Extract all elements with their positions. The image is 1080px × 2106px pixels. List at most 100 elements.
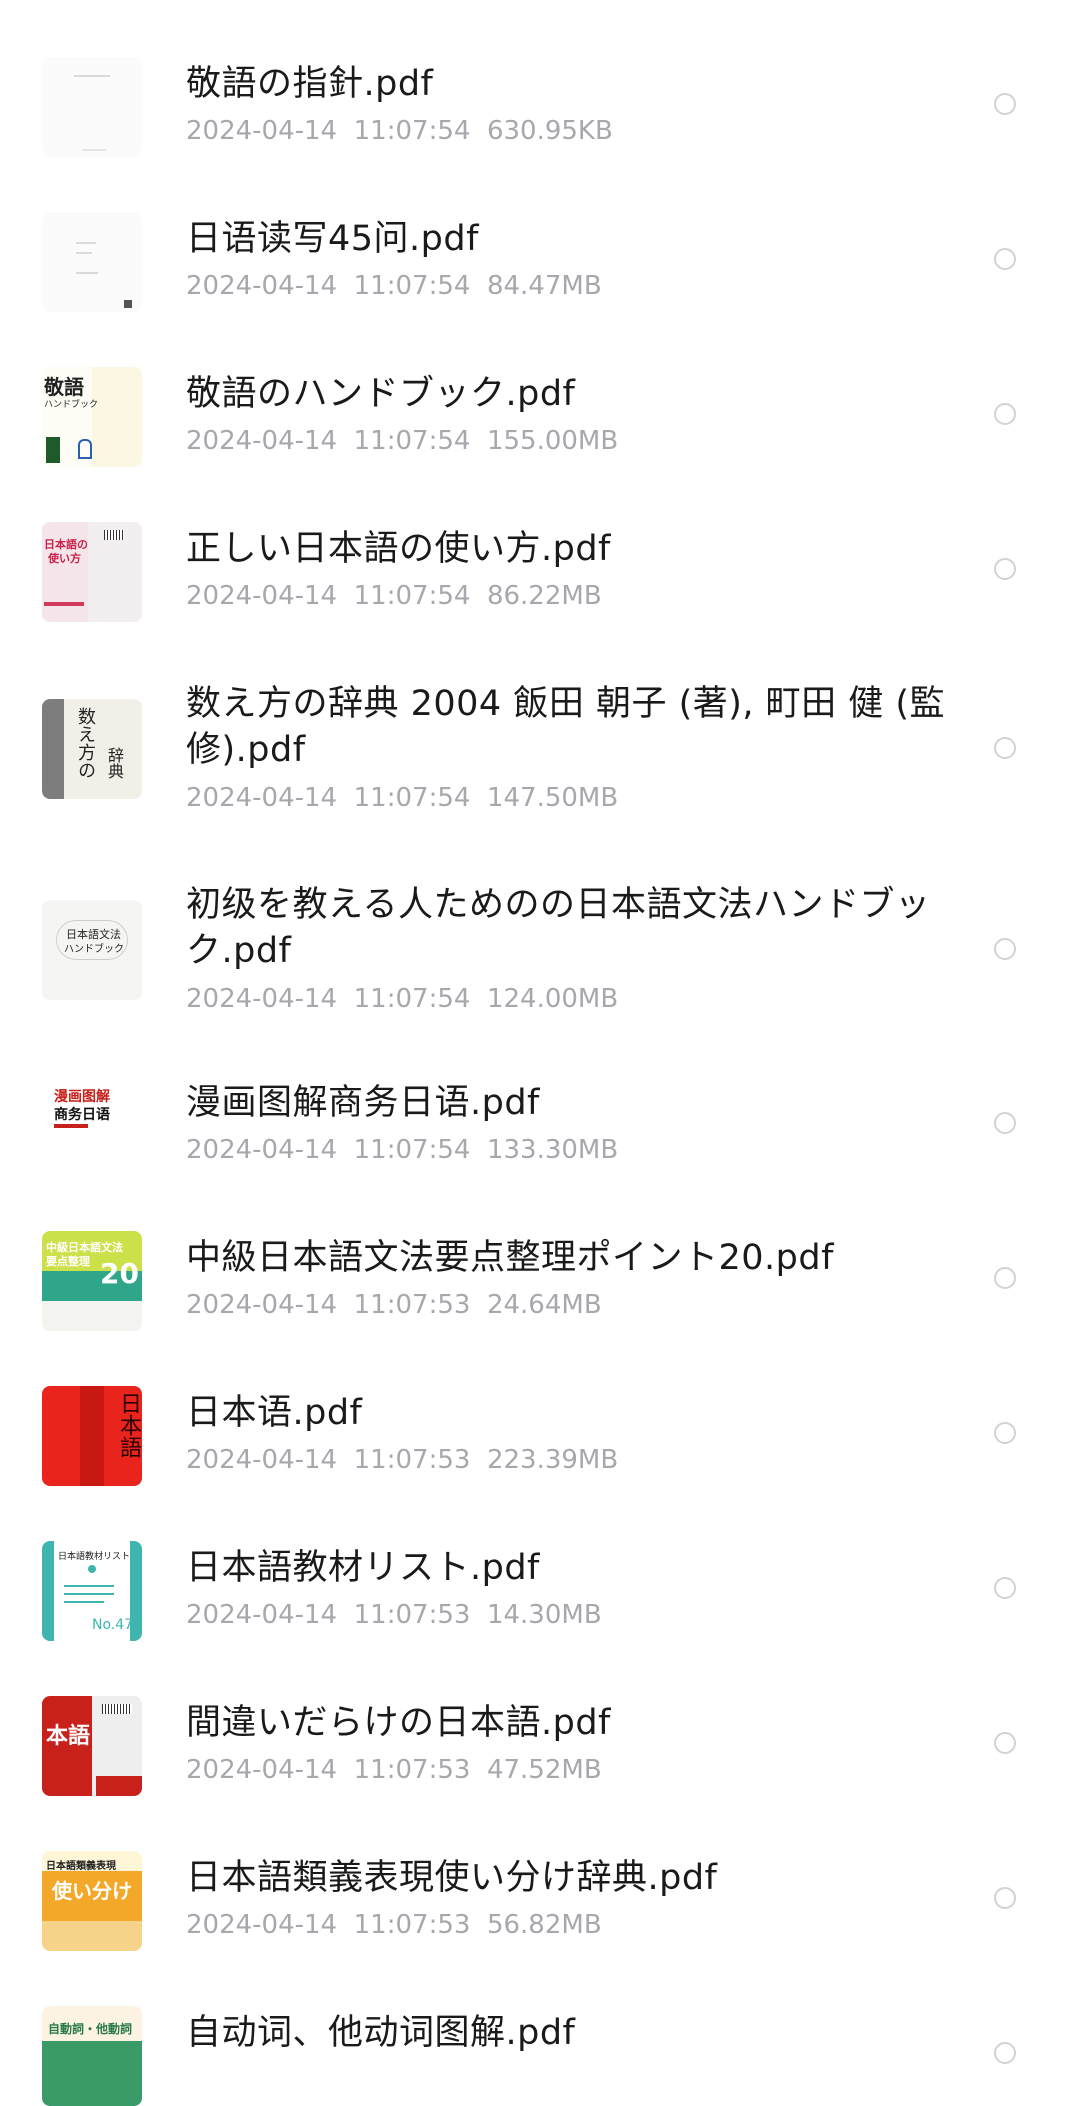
file-time: 11:07:53 (353, 1290, 471, 1320)
file-date: 2024-04-14 (186, 1135, 338, 1165)
file-meta: 2024-04-14 11:07:53 56.82MB (186, 1908, 602, 1942)
file-row[interactable]: 日语读写45问.pdf 2024-04-14 11:07:54 84.47MB (0, 200, 1080, 330)
file-meta: 2024-04-14 11:07:54 630.95KB (186, 114, 613, 148)
file-meta: 2024-04-14 11:07:54 86.22MB (186, 579, 602, 613)
file-date: 2024-04-14 (186, 1445, 338, 1475)
file-size: 47.52MB (486, 1755, 602, 1785)
file-time: 11:07:53 (353, 1910, 471, 1940)
file-row[interactable]: 本語 間違いだらけの日本語.pdf 2024-04-14 11:07:53 47… (0, 1684, 1080, 1814)
file-date: 2024-04-14 (186, 1600, 338, 1630)
pdf-thumbnail-icon: 本語 (42, 1696, 142, 1796)
file-row[interactable]: 漫画图解 商务日语 漫画图解商务日语.pdf 2024-04-14 11:07:… (0, 1064, 1080, 1194)
file-time: 11:07:54 (353, 116, 471, 146)
file-meta: 2024-04-14 11:07:54 124.00MB (186, 982, 618, 1016)
file-row[interactable]: 自動詞・他動詞 自动词、他动词图解.pdf (0, 1994, 1080, 2106)
file-date: 2024-04-14 (186, 116, 338, 146)
select-radio[interactable] (994, 558, 1016, 580)
file-row[interactable]: 日本語教材リスト No.47 日本語教材リスト.pdf 2024-04-14 1… (0, 1529, 1080, 1659)
file-row[interactable]: 日本語文法 ハンドブック 初级を教える人ためのの日本語文法ハンドブック.pdf … (0, 866, 1080, 1041)
file-meta: 2024-04-14 11:07:54 147.50MB (186, 781, 618, 815)
file-date: 2024-04-14 (186, 1755, 338, 1785)
pdf-thumbnail-icon: 漫画图解 商务日语 (42, 1076, 142, 1176)
pdf-thumbnail-icon: 自動詞・他動詞 (42, 2006, 142, 2106)
file-size: 86.22MB (486, 581, 602, 611)
file-name: 日本语.pdf (186, 1393, 363, 1433)
file-meta: 2024-04-14 11:07:54 155.00MB (186, 424, 618, 458)
pdf-thumbnail-icon: 日本語 (42, 1386, 142, 1486)
file-time: 11:07:54 (353, 1135, 471, 1165)
select-radio[interactable] (994, 938, 1016, 960)
file-row[interactable]: 敬語 ハンドブック 敬語のハンドブック.pdf 2024-04-14 11:07… (0, 355, 1080, 485)
pdf-thumbnail-icon (42, 212, 142, 312)
file-meta: 2024-04-14 11:07:54 84.47MB (186, 269, 602, 303)
file-date: 2024-04-14 (186, 783, 338, 813)
file-meta: 2024-04-14 11:07:54 133.30MB (186, 1133, 618, 1167)
file-row[interactable]: 中級日本語文法 要点整理 20 中級日本語文法要点整理ポイント20.pdf 20… (0, 1219, 1080, 1349)
file-size: 133.30MB (486, 1135, 619, 1165)
select-radio[interactable] (994, 1267, 1016, 1289)
pdf-thumbnail-icon (42, 57, 142, 157)
file-size: 630.95KB (486, 116, 613, 146)
file-name: 中級日本語文法要点整理ポイント20.pdf (186, 1238, 834, 1278)
pdf-thumbnail-icon: 日本語文法 ハンドブック (42, 900, 142, 1000)
file-time: 11:07:53 (353, 1445, 471, 1475)
file-row[interactable]: 数え方の 辞典 数え方の辞典 2004 飯田 朝子 (著), 町田 健 (監修)… (0, 665, 1080, 840)
pdf-thumbnail-icon: 日本語類義表現 使い分け (42, 1851, 142, 1951)
file-name: 日语读写45问.pdf (186, 219, 479, 259)
file-size: 147.50MB (486, 783, 619, 813)
file-row[interactable]: 敬語の指針.pdf 2024-04-14 11:07:54 630.95KB (0, 45, 1080, 175)
file-name: 敬語の指針.pdf (186, 64, 434, 104)
file-meta: 2024-04-14 11:07:53 14.30MB (186, 1598, 602, 1632)
file-name: 間違いだらけの日本語.pdf (186, 1703, 611, 1743)
file-date: 2024-04-14 (186, 581, 338, 611)
select-radio[interactable] (994, 737, 1016, 759)
file-row[interactable]: 日本語類義表現 使い分け 日本語類義表現使い分け辞典.pdf 2024-04-1… (0, 1839, 1080, 1969)
file-time: 11:07:54 (353, 783, 471, 813)
select-radio[interactable] (994, 1112, 1016, 1134)
file-time: 11:07:54 (353, 984, 471, 1014)
file-date: 2024-04-14 (186, 984, 338, 1014)
file-time: 11:07:54 (353, 426, 471, 456)
file-row[interactable]: 日本語 日本语.pdf 2024-04-14 11:07:53 223.39MB (0, 1374, 1080, 1504)
select-radio[interactable] (994, 1422, 1016, 1444)
file-size: 124.00MB (486, 984, 619, 1014)
file-name: 自动词、他动词图解.pdf (186, 2013, 576, 2053)
select-radio[interactable] (994, 1887, 1016, 1909)
file-name: 敬語のハンドブック.pdf (186, 374, 576, 414)
file-meta: 2024-04-14 11:07:53 24.64MB (186, 1288, 602, 1322)
select-radio[interactable] (994, 93, 1016, 115)
file-row[interactable]: 日本語の 使い方 正しい日本語の使い方.pdf 2024-04-14 11:07… (0, 510, 1080, 640)
file-time: 11:07:53 (353, 1755, 471, 1785)
file-size: 155.00MB (486, 426, 619, 456)
pdf-thumbnail-icon: 日本語教材リスト No.47 (42, 1541, 142, 1641)
select-radio[interactable] (994, 2042, 1016, 2064)
pdf-thumbnail-icon: 日本語の 使い方 (42, 522, 142, 622)
select-radio[interactable] (994, 1577, 1016, 1599)
file-size: 14.30MB (486, 1600, 602, 1630)
file-name: 正しい日本語の使い方.pdf (186, 529, 611, 569)
file-name: 初级を教える人ためのの日本語文法ハンドブック.pdf (186, 885, 931, 971)
file-size: 24.64MB (486, 1290, 602, 1320)
file-name: 日本語類義表現使い分け辞典.pdf (186, 1858, 718, 1898)
file-name: 数え方の辞典 2004 飯田 朝子 (著), 町田 健 (監修).pdf (186, 684, 946, 770)
file-size: 56.82MB (486, 1910, 602, 1940)
file-name: 日本語教材リスト.pdf (186, 1548, 540, 1588)
pdf-thumbnail-icon: 数え方の 辞典 (42, 699, 142, 799)
pdf-thumbnail-icon: 中級日本語文法 要点整理 20 (42, 1231, 142, 1331)
file-meta: 2024-04-14 11:07:53 47.52MB (186, 1753, 602, 1787)
select-radio[interactable] (994, 403, 1016, 425)
file-time: 11:07:53 (353, 1600, 471, 1630)
file-name: 漫画图解商务日语.pdf (186, 1083, 540, 1123)
file-meta: 2024-04-14 11:07:53 223.39MB (186, 1443, 618, 1477)
select-radio[interactable] (994, 248, 1016, 270)
select-radio[interactable] (994, 1732, 1016, 1754)
file-date: 2024-04-14 (186, 271, 338, 301)
pdf-thumbnail-icon: 敬語 ハンドブック (42, 367, 142, 467)
file-size: 84.47MB (486, 271, 602, 301)
file-time: 11:07:54 (353, 581, 471, 611)
file-date: 2024-04-14 (186, 1290, 338, 1320)
file-time: 11:07:54 (353, 271, 471, 301)
file-size: 223.39MB (486, 1445, 619, 1475)
file-date: 2024-04-14 (186, 426, 338, 456)
file-date: 2024-04-14 (186, 1910, 338, 1940)
